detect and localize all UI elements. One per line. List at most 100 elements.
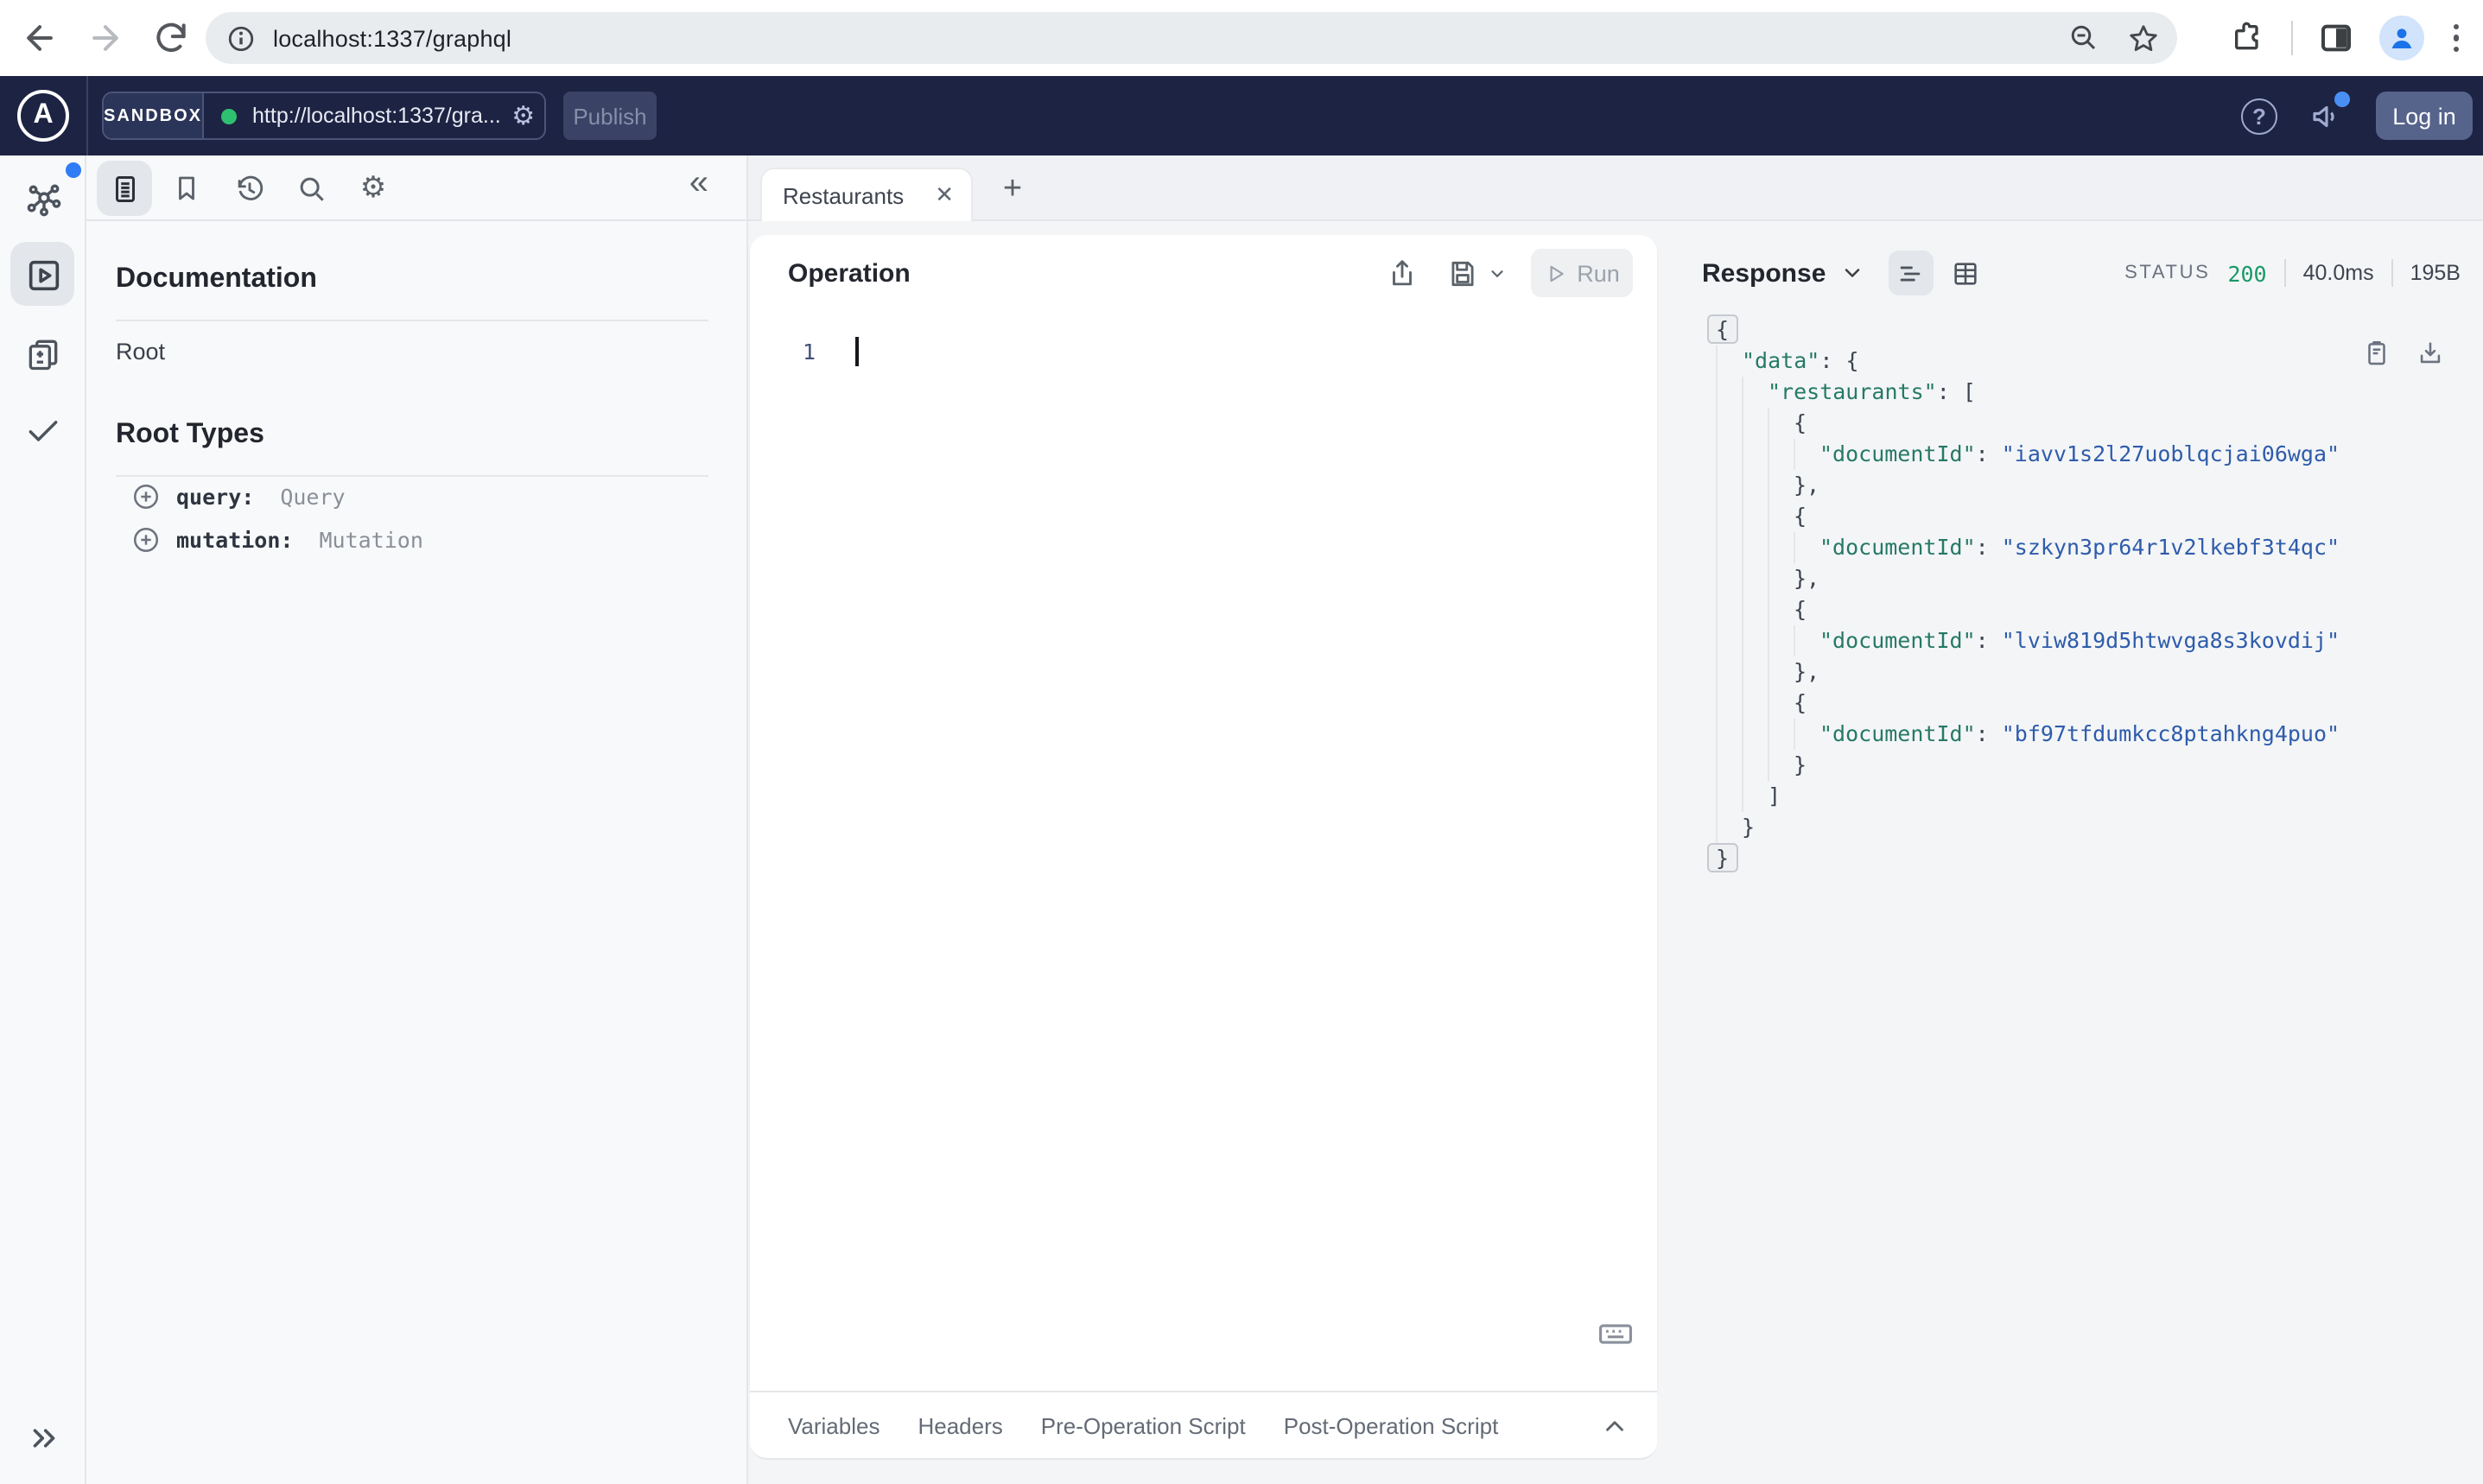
json-line: }: [1716, 812, 2483, 843]
site-info-icon[interactable]: [226, 23, 256, 53]
json-line: {: [1716, 594, 2483, 625]
search-icon[interactable]: [283, 161, 339, 216]
bookmark-star-icon[interactable]: [2127, 22, 2160, 54]
browser-menu-icon[interactable]: [2449, 21, 2462, 56]
divider: [116, 320, 708, 321]
app-window: localhost:1337/graphql A SANDBOX http://…: [0, 0, 2483, 1484]
status-code: 200: [2227, 260, 2267, 286]
changelog-icon[interactable]: [0, 335, 86, 373]
keyboard-shortcuts-icon[interactable]: [1597, 1315, 1635, 1353]
extensions-icon[interactable]: [2230, 21, 2264, 55]
publish-button[interactable]: Publish: [563, 92, 657, 140]
json-line: },: [1716, 656, 2483, 688]
run-button[interactable]: Run: [1531, 249, 1633, 297]
field-name[interactable]: query:: [176, 484, 254, 510]
url-text: localhost:1337/graphql: [273, 25, 512, 51]
docs-title: Documentation: [116, 264, 317, 294]
json-line: }: [1716, 750, 2483, 781]
environment-badge: SANDBOX: [104, 93, 205, 138]
json-line: "documentId": "lviw819d5htwvga8s3kovdij": [1716, 625, 2483, 656]
save-menu-chevron-icon: [1491, 270, 1503, 277]
operation-title: Operation: [788, 258, 911, 288]
field-name[interactable]: mutation:: [176, 527, 293, 553]
operation-header: Operation Run: [750, 235, 1657, 311]
field-type[interactable]: Query: [280, 484, 345, 510]
bookmarks-icon[interactable]: [159, 161, 214, 216]
json-line: "documentId": "szkyn3pr64r1v2lkebf3t4qc": [1716, 532, 2483, 563]
json-line: {: [1707, 314, 2483, 346]
divider: [116, 475, 708, 477]
tab-restaurants[interactable]: Restaurants ✕: [760, 168, 973, 221]
root-type-query-row[interactable]: query: Query: [131, 482, 346, 511]
response-size: 195B: [2410, 261, 2461, 285]
run-triangle-icon: [1549, 264, 1563, 282]
field-type[interactable]: Mutation: [319, 527, 422, 553]
response-header: Response STATUS 200 40.0ms 195B: [1659, 242, 2483, 304]
json-line: {: [1716, 688, 2483, 719]
profile-avatar[interactable]: [2378, 16, 2423, 60]
tab-variables[interactable]: Variables: [788, 1412, 880, 1438]
apollo-logo: A: [17, 90, 69, 142]
add-field-icon[interactable]: [131, 482, 161, 511]
expand-footer-icon[interactable]: [1600, 1411, 1629, 1440]
json-line: {: [1716, 501, 2483, 532]
endpoint-settings-icon[interactable]: ⚙: [501, 100, 544, 131]
root-types-title: Root Types: [116, 420, 264, 449]
new-tab-icon[interactable]: +: [992, 169, 1033, 211]
address-bar[interactable]: localhost:1337/graphql: [206, 12, 2177, 64]
response-top-strip: [1659, 155, 2483, 221]
json-line: {: [1716, 408, 2483, 439]
announcements-icon[interactable]: [2308, 91, 2350, 134]
response-panel: Response STATUS 200 40.0ms 195B {"data"…: [1659, 155, 2483, 1484]
response-menu-chevron-icon[interactable]: [1839, 261, 1864, 285]
root-type-mutation-row[interactable]: mutation: Mutation: [131, 525, 423, 555]
operation-editor[interactable]: [829, 332, 1643, 1437]
response-json-view[interactable]: {"data": {"restaurants": [{"documentId":…: [1659, 314, 2483, 874]
graph-icon[interactable]: [0, 180, 86, 219]
run-label: Run: [1577, 260, 1620, 286]
operation-footer-tabs: Variables Headers Pre-Operation Script P…: [750, 1391, 1657, 1460]
endpoint-control: SANDBOX http://localhost:1337/gra... ⚙: [102, 92, 546, 140]
close-tab-icon[interactable]: ✕: [935, 181, 954, 209]
table-view-toggle[interactable]: [1943, 251, 1988, 295]
json-line: "restaurants": [: [1716, 377, 2483, 408]
status-label: STATUS: [2124, 263, 2211, 283]
reload-icon[interactable]: [152, 19, 190, 57]
toolbar-divider: [2290, 21, 2292, 55]
json-line: "data": {: [1716, 346, 2483, 377]
json-line: "documentId": "bf97tfdumkcc8ptahkng4puo": [1716, 719, 2483, 750]
explorer-icon[interactable]: [0, 256, 86, 295]
raw-view-toggle[interactable]: [1888, 251, 1934, 295]
add-field-icon[interactable]: [131, 525, 161, 555]
help-icon[interactable]: ?: [2241, 98, 2277, 134]
json-line: ]: [1716, 781, 2483, 812]
tab-label: Restaurants: [783, 182, 905, 208]
graph-notification-dot: [66, 162, 81, 178]
header-divider: [86, 76, 88, 155]
share-icon[interactable]: [1386, 257, 1419, 289]
forward-icon[interactable]: [86, 19, 124, 57]
back-icon[interactable]: [21, 19, 59, 57]
login-button[interactable]: Log in: [2376, 92, 2473, 140]
docs-root-link[interactable]: Root: [116, 339, 165, 365]
operation-column: Restaurants ✕ + Operation Run 1 Variable…: [748, 155, 1659, 1484]
tab-strip: Restaurants ✕ +: [748, 155, 1659, 221]
response-title: Response: [1702, 258, 1826, 288]
settings-gear-icon[interactable]: ⚙: [346, 161, 401, 216]
json-line: "documentId": "iavv1s2l27uoblqcjai06wga": [1716, 439, 2483, 470]
tab-pre-operation-script[interactable]: Pre-Operation Script: [1041, 1412, 1246, 1438]
documentation-tab-icon[interactable]: [97, 161, 152, 216]
zoom-out-icon[interactable]: [2068, 22, 2099, 54]
checks-icon[interactable]: [0, 411, 86, 449]
side-panel-icon[interactable]: [2318, 21, 2353, 55]
expand-rail-icon[interactable]: [0, 1420, 86, 1456]
save-icon[interactable]: [1446, 257, 1507, 289]
json-line: }: [1707, 843, 2483, 874]
collapse-panel-icon[interactable]: «: [689, 164, 708, 204]
tab-headers[interactable]: Headers: [918, 1412, 1002, 1438]
documentation-panel: ⚙ « Documentation Root Root Types query:…: [86, 155, 748, 1484]
history-icon[interactable]: [221, 161, 276, 216]
sandbox-header: A SANDBOX http://localhost:1337/gra... ⚙…: [0, 76, 2483, 155]
endpoint-url[interactable]: http://localhost:1337/gra...: [252, 104, 501, 128]
tab-post-operation-script[interactable]: Post-Operation Script: [1284, 1412, 1499, 1438]
